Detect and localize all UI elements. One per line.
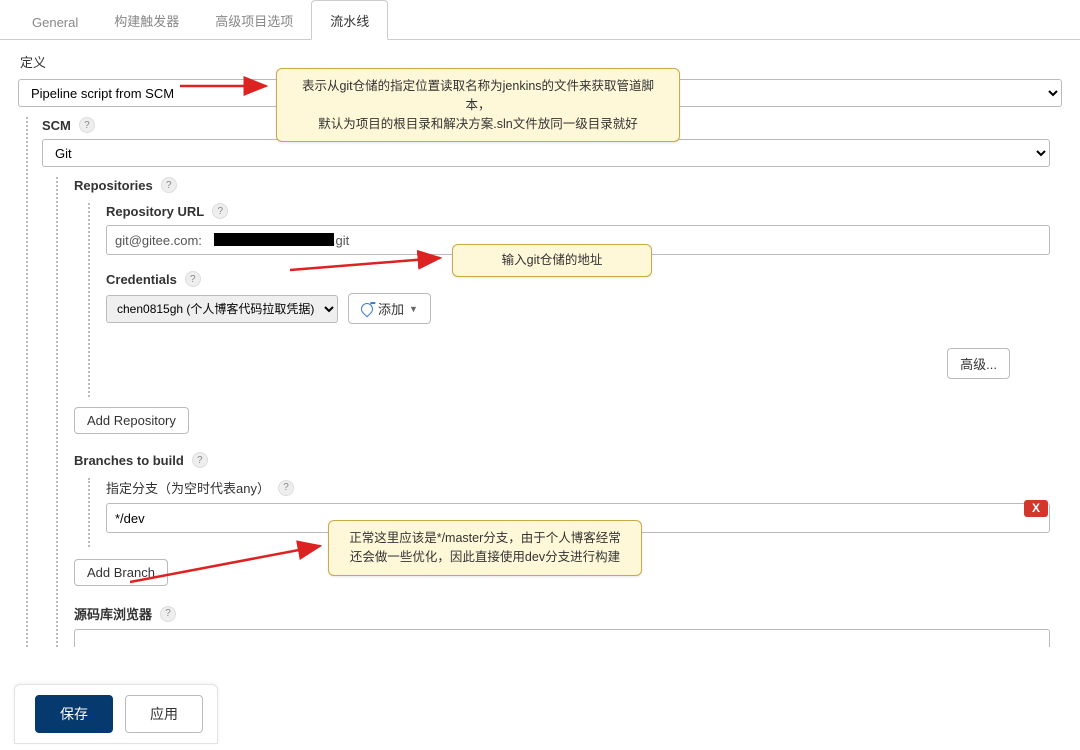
- repositories-label: Repositories: [74, 178, 153, 193]
- help-icon[interactable]: ?: [161, 177, 177, 193]
- add-repository-button[interactable]: Add Repository: [74, 407, 189, 434]
- tab-pipeline[interactable]: 流水线: [311, 0, 388, 40]
- repo-url-label: Repository URL: [106, 204, 204, 219]
- help-icon[interactable]: ?: [212, 203, 228, 219]
- help-icon[interactable]: ?: [185, 271, 201, 287]
- scm-label: SCM: [42, 118, 71, 133]
- config-tabs: General 构建触发器 高级项目选项 流水线: [0, 0, 1080, 40]
- scm-select[interactable]: Git: [42, 139, 1050, 167]
- add-credentials-label: 添加: [378, 299, 404, 318]
- footer-actions: 保存 应用: [14, 684, 218, 744]
- help-icon[interactable]: ?: [278, 480, 294, 496]
- branches-label: Branches to build: [74, 453, 184, 468]
- credentials-label: Credentials: [106, 272, 177, 287]
- chevron-down-icon: ▼: [409, 304, 418, 314]
- tab-build-triggers[interactable]: 构建触发器: [96, 1, 197, 39]
- source-browser-label: 源码库浏览器: [74, 604, 152, 623]
- advanced-button[interactable]: 高级...: [947, 348, 1010, 379]
- annotation-callout-1: 表示从git仓储的指定位置读取名称为jenkins的文件来获取管道脚本， 默认为…: [276, 68, 680, 142]
- key-icon: [359, 300, 376, 317]
- credentials-select[interactable]: chen0815gh (个人博客代码拉取凭据): [106, 295, 338, 323]
- annotation-callout-2: 输入git仓储的地址: [452, 244, 652, 277]
- add-credentials-button[interactable]: 添加 ▼: [348, 293, 431, 324]
- help-icon[interactable]: ?: [192, 452, 208, 468]
- annotation-callout-3: 正常这里应该是*/master分支，由于个人博客经常 还会做一些优化，因此直接使…: [328, 520, 642, 576]
- redacted-text: [214, 233, 334, 246]
- save-button[interactable]: 保存: [35, 695, 113, 733]
- source-browser-select[interactable]: [74, 629, 1050, 647]
- delete-branch-button[interactable]: X: [1024, 500, 1048, 517]
- branch-specifier-label: 指定分支（为空时代表any）: [106, 478, 270, 497]
- help-icon[interactable]: ?: [79, 117, 95, 133]
- apply-button[interactable]: 应用: [125, 695, 203, 733]
- tab-advanced-options[interactable]: 高级项目选项: [197, 1, 311, 39]
- help-icon[interactable]: ?: [160, 606, 176, 622]
- tab-general[interactable]: General: [14, 5, 96, 39]
- add-branch-button[interactable]: Add Branch: [74, 559, 168, 586]
- repository-block: Repository URL ? Credentials ? chen0815g…: [88, 203, 1080, 397]
